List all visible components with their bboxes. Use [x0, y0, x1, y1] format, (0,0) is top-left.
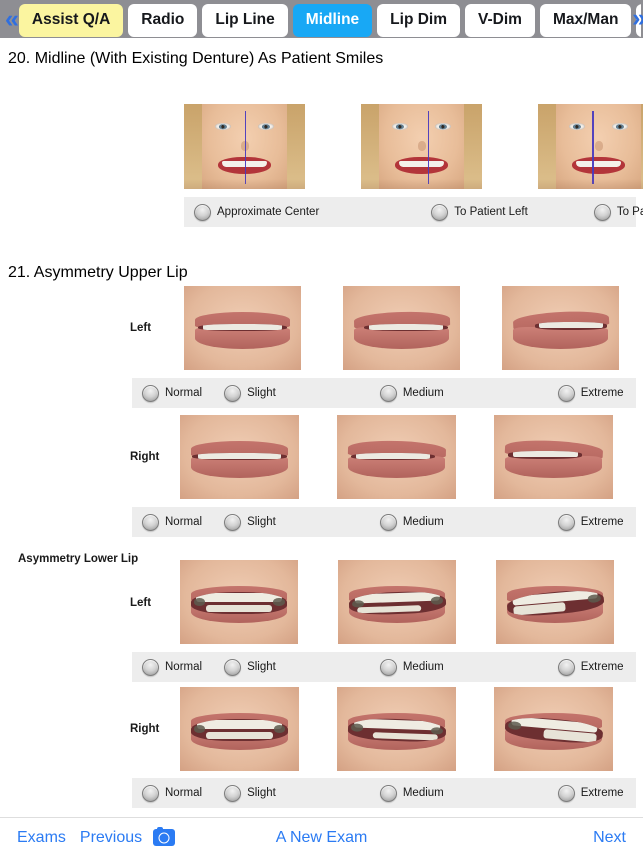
top-tab-bar: « Assist Q/A Radio Lip Line Midline Lip …	[0, 0, 643, 38]
radio-icon[interactable]	[557, 384, 575, 402]
radio-icon[interactable]	[379, 384, 397, 402]
lower-left-photo-medium[interactable]	[338, 560, 456, 644]
lower-right-photo-normal[interactable]	[180, 687, 299, 771]
lower-lip-right-row-label: Right	[130, 723, 160, 735]
upper-right-image-row	[180, 415, 613, 499]
upper-lip-left-row-label: Left	[130, 322, 152, 334]
radio-icon[interactable]	[142, 384, 159, 402]
radio-icon[interactable]	[379, 658, 397, 676]
upper-right-option-medium[interactable]: Medium	[379, 513, 444, 531]
radio-icon[interactable]	[224, 384, 242, 402]
upper-left-option-medium[interactable]: Medium	[379, 384, 444, 402]
lower-left-photo-extreme[interactable]	[496, 560, 614, 644]
tab-max-man[interactable]: Max/Man	[539, 3, 632, 37]
q20-photo-approximate-center[interactable]	[184, 104, 305, 189]
upper-right-photo-medium[interactable]	[337, 415, 456, 499]
radio-icon[interactable]	[557, 658, 575, 676]
radio-icon[interactable]	[379, 513, 397, 531]
question-20-title: 20. Midline (With Existing Denture) As P…	[8, 50, 384, 67]
lower-right-option-strip: Normal Slight Medium Extreme	[132, 778, 636, 808]
radio-icon[interactable]	[431, 203, 449, 221]
q20-option-to-patient-left[interactable]: To Patient Left	[431, 203, 528, 221]
q20-photo-to-patient-right[interactable]	[538, 104, 643, 189]
radio-icon[interactable]	[224, 513, 242, 531]
radio-icon[interactable]	[142, 658, 159, 676]
upper-left-option-extreme[interactable]: Extreme	[557, 384, 624, 402]
camera-icon[interactable]	[153, 826, 176, 846]
tab-strip: Assist Q/A Radio Lip Line Midline Lip Di…	[18, 0, 641, 38]
upper-left-option-slight[interactable]: Slight	[224, 384, 276, 402]
lower-left-image-row	[180, 560, 614, 644]
upper-right-option-extreme[interactable]: Extreme	[557, 513, 624, 531]
upper-lip-right-row-label: Right	[130, 451, 160, 463]
next-button[interactable]: Next	[593, 829, 626, 847]
exam-content: 20. Midline (With Existing Denture) As P…	[0, 38, 643, 817]
radio-icon[interactable]	[224, 784, 242, 802]
radio-icon[interactable]	[142, 784, 159, 802]
double-chevron-left-icon[interactable]: «	[2, 6, 19, 32]
tab-assist-qa[interactable]: Assist Q/A	[18, 3, 124, 37]
lower-right-photo-medium[interactable]	[337, 687, 456, 771]
radio-icon[interactable]	[142, 513, 159, 531]
upper-right-option-normal[interactable]: Normal	[142, 513, 202, 531]
question-21-title: 21. Asymmetry Upper Lip	[8, 264, 188, 281]
double-chevron-right-icon[interactable]: »	[632, 6, 643, 31]
lower-lip-left-row-label: Left	[130, 597, 152, 609]
upper-right-option-slight[interactable]: Slight	[224, 513, 276, 531]
upper-left-photo-normal[interactable]	[184, 286, 301, 370]
upper-right-option-strip: Normal Slight Medium Extreme	[132, 507, 636, 537]
lower-left-photo-normal[interactable]	[180, 560, 298, 644]
upper-left-option-normal[interactable]: Normal	[142, 384, 202, 402]
lower-left-option-slight[interactable]: Slight	[224, 658, 276, 676]
lower-right-option-medium[interactable]: Medium	[379, 784, 444, 802]
radio-icon[interactable]	[557, 513, 575, 531]
q20-photo-to-patient-left[interactable]	[361, 104, 482, 189]
lower-right-option-normal[interactable]: Normal	[142, 784, 202, 802]
lower-right-photo-extreme[interactable]	[494, 687, 613, 771]
bottom-toolbar: Exams Previous A New Exam Next	[0, 817, 643, 857]
lower-right-image-row	[180, 687, 613, 771]
tab-midline[interactable]: Midline	[292, 3, 373, 37]
lower-left-option-normal[interactable]: Normal	[142, 658, 202, 676]
upper-right-photo-normal[interactable]	[180, 415, 299, 499]
radio-icon[interactable]	[557, 784, 575, 802]
q20-option-strip: Approximate Center To Patient Left To Pa…	[184, 197, 643, 227]
radio-icon[interactable]	[593, 203, 611, 221]
previous-button[interactable]: Previous	[80, 829, 142, 847]
q20-option-to-patient-right[interactable]: To Patient Right	[593, 203, 643, 221]
radio-icon[interactable]	[379, 784, 397, 802]
radio-icon[interactable]	[224, 658, 242, 676]
q20-option-approximate-center[interactable]: Approximate Center	[194, 203, 319, 221]
exams-button[interactable]: Exams	[17, 829, 66, 847]
tab-radio[interactable]: Radio	[128, 3, 198, 37]
q20-image-row	[184, 104, 643, 189]
lower-left-option-extreme[interactable]: Extreme	[557, 658, 624, 676]
tab-lip-line[interactable]: Lip Line	[202, 3, 288, 37]
upper-left-image-row	[184, 286, 619, 370]
upper-left-photo-medium[interactable]	[343, 286, 460, 370]
tab-v-dim[interactable]: V-Dim	[465, 3, 535, 37]
upper-left-option-strip: Normal Slight Medium Extreme	[132, 378, 636, 408]
lower-left-option-strip: Normal Slight Medium Extreme	[132, 652, 636, 682]
tab-lip-dim[interactable]: Lip Dim	[377, 3, 461, 37]
lower-left-option-medium[interactable]: Medium	[379, 658, 444, 676]
asymmetry-lower-lip-title: Asymmetry Lower Lip	[18, 553, 139, 565]
lower-right-option-extreme[interactable]: Extreme	[557, 784, 624, 802]
upper-right-photo-extreme[interactable]	[494, 415, 613, 499]
upper-left-photo-extreme[interactable]	[502, 286, 619, 370]
radio-icon[interactable]	[194, 203, 211, 221]
lower-right-option-slight[interactable]: Slight	[224, 784, 276, 802]
